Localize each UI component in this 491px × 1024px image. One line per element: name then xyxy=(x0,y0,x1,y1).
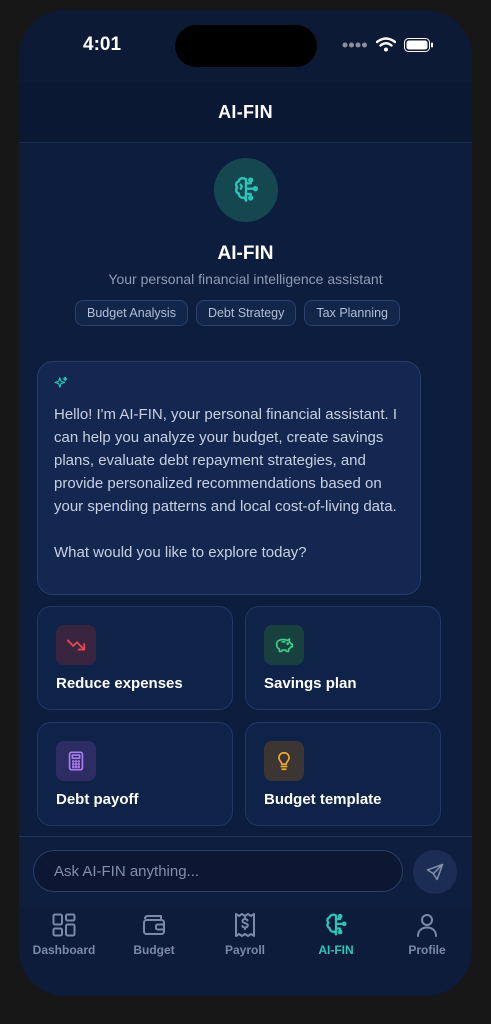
quick-action-reduce-expenses[interactable]: Reduce expenses xyxy=(37,606,233,710)
signal-icon xyxy=(342,42,367,47)
send-button[interactable] xyxy=(413,850,457,894)
dynamic-island xyxy=(175,25,317,67)
tab-budget[interactable]: Budget xyxy=(109,911,199,957)
tab-label: Profile xyxy=(408,943,446,957)
quick-action-icon-bg xyxy=(56,625,96,665)
brain-icon xyxy=(234,177,258,202)
tab-label: Payroll xyxy=(224,943,266,957)
piggy-bank-icon xyxy=(275,638,294,653)
chip-tax-planning[interactable]: Tax Planning xyxy=(304,300,400,326)
trending-down-icon xyxy=(66,639,86,651)
dashboard-icon xyxy=(52,913,76,937)
quick-action-budget-template[interactable]: Budget template xyxy=(245,722,441,826)
assistant-message: Hello! I'm AI-FIN, your personal financi… xyxy=(37,361,421,595)
quick-action-debt-payoff[interactable]: Debt payoff xyxy=(37,722,233,826)
capability-chips: Budget Analysis Debt Strategy Tax Planni… xyxy=(75,300,400,326)
battery-icon xyxy=(404,37,433,52)
send-icon xyxy=(426,863,444,881)
tab-payroll[interactable]: Payroll xyxy=(200,911,290,957)
calculator-icon xyxy=(68,751,84,771)
quick-action-icon-bg xyxy=(264,625,304,665)
quick-actions: Reduce expenses Savings plan Debt payoff… xyxy=(37,606,441,826)
tab-label: AI-FIN xyxy=(318,943,354,957)
assistant-message-text: Hello! I'm AI-FIN, your personal financi… xyxy=(54,406,398,561)
tab-ai-fin[interactable]: AI-FIN xyxy=(291,911,381,957)
tab-label: Dashboard xyxy=(32,943,96,957)
quick-action-savings-plan[interactable]: Savings plan xyxy=(245,606,441,710)
quick-action-label: Budget template xyxy=(264,791,382,808)
brain-icon xyxy=(326,913,347,936)
assistant-tagline: Your personal financial intelligence ass… xyxy=(108,271,383,287)
chat-content[interactable]: AI-FIN Your personal financial intellige… xyxy=(19,143,472,836)
tab-label: Budget xyxy=(133,943,175,957)
sparkle-icon xyxy=(54,376,68,388)
page-title: AI-FIN xyxy=(218,101,273,122)
status-icons xyxy=(342,37,434,52)
status-bar: 4:01 xyxy=(19,10,472,82)
lightbulb-icon xyxy=(278,751,290,771)
assistant-name: AI-FIN xyxy=(217,243,274,264)
status-time: 4:01 xyxy=(83,34,122,55)
hero-avatar xyxy=(214,158,278,222)
quick-action-icon-bg xyxy=(264,741,304,781)
tab-profile[interactable]: Profile xyxy=(382,911,472,957)
phone-frame: 4:01 AI-FIN AI-FIN Your personal financi… xyxy=(19,10,472,996)
quick-action-label: Reduce expenses xyxy=(56,675,183,692)
quick-action-label: Savings plan xyxy=(264,675,357,692)
wifi-icon xyxy=(376,37,396,52)
tab-bar: Dashboard Budget Payroll AI-FIN Profile xyxy=(19,907,472,996)
receipt-icon xyxy=(235,913,255,937)
chat-input[interactable] xyxy=(33,850,403,892)
chat-composer xyxy=(19,836,472,908)
tab-dashboard[interactable]: Dashboard xyxy=(19,911,109,957)
nav-header: AI-FIN xyxy=(19,82,472,143)
user-icon xyxy=(417,914,437,937)
wallet-icon xyxy=(143,915,165,935)
quick-action-label: Debt payoff xyxy=(56,791,139,808)
chip-debt-strategy[interactable]: Debt Strategy xyxy=(195,300,297,326)
chip-budget-analysis[interactable]: Budget Analysis xyxy=(75,300,188,326)
quick-action-icon-bg xyxy=(56,741,96,781)
